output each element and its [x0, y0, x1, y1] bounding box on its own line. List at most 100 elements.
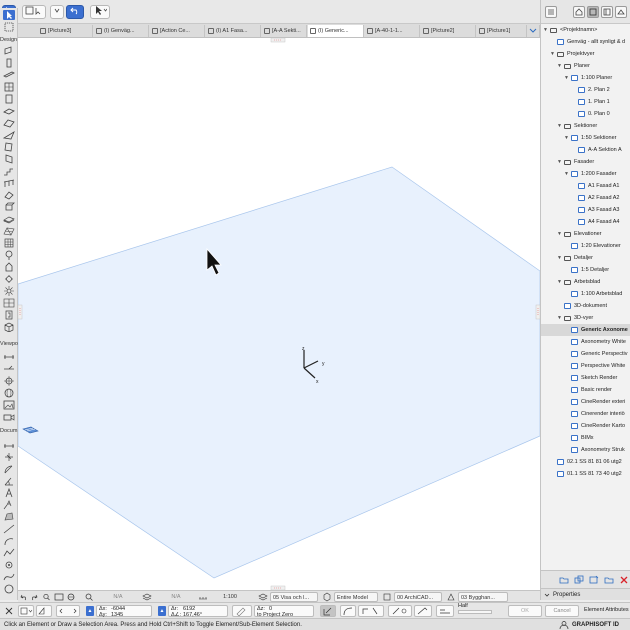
navigator-item[interactable]: BIMx [541, 432, 630, 444]
elevation-pencil-button[interactable] [232, 605, 252, 617]
lamp-tool[interactable] [3, 286, 15, 296]
column-tool[interactable] [3, 58, 15, 68]
label-tool[interactable] [3, 500, 15, 510]
curve-button[interactable] [340, 605, 356, 617]
navigator-item[interactable]: Axonometry Struk [541, 444, 630, 456]
tab-genvag[interactable]: (I) Genväg... [94, 25, 149, 37]
opening-tool[interactable] [3, 298, 15, 308]
ground-plane[interactable] [18, 166, 540, 579]
navigator-item[interactable]: A2 Fasad A2 [541, 192, 630, 204]
elevation-tool[interactable] [3, 364, 15, 374]
view-map-button[interactable] [587, 6, 599, 18]
spline-tool[interactable] [3, 572, 15, 582]
properties-header[interactable]: Properties [541, 588, 630, 600]
navigator-item[interactable]: 1. Plan 1 [541, 96, 630, 108]
orbit-button[interactable] [66, 592, 76, 602]
layer-combination-select[interactable]: 05 Visa och l... [270, 592, 318, 602]
navigator-item[interactable]: 1:5 Detaljer [541, 264, 630, 276]
section-tool[interactable] [3, 352, 15, 362]
navigator-item[interactable]: Generic Axonome [541, 324, 630, 336]
navigator-item[interactable]: Axonometry White [541, 336, 630, 348]
scale-selector[interactable]: 1:100 [210, 592, 250, 602]
3d-scene[interactable]: z y x [18, 38, 540, 590]
graphisoft-id-icon[interactable] [559, 620, 569, 630]
arc-tool[interactable] [3, 536, 15, 546]
skylight-tool[interactable] [3, 142, 15, 152]
pointer-mode-button[interactable] [90, 5, 110, 19]
selection-mode-button[interactable] [22, 5, 46, 19]
navigator-item[interactable]: ▼ 1:50 Sektioner [541, 132, 630, 144]
object-tool[interactable] [3, 202, 15, 212]
tab-a1-fasad[interactable]: (I) A1 Fasa... [206, 25, 261, 37]
stair-tool[interactable] [3, 166, 15, 176]
navigator-item[interactable]: 2. Plan 2 [541, 84, 630, 96]
tab-picture1[interactable]: [Picture1] [477, 25, 527, 37]
disclosure-arrow-icon[interactable]: ▼ [557, 252, 562, 264]
navigator-item[interactable]: Generic Perspectiv [541, 348, 630, 360]
ok-button[interactable]: OK [508, 605, 542, 617]
disclosure-arrow-icon[interactable]: ▼ [564, 132, 569, 144]
disclosure-arrow-icon[interactable]: ▼ [543, 24, 548, 36]
hotspot-tool[interactable] [3, 560, 15, 570]
zone-tool[interactable] [3, 214, 15, 224]
snap-mode-button[interactable] [36, 605, 52, 617]
layout-book-button[interactable] [601, 6, 613, 18]
window-tool[interactable] [3, 82, 15, 92]
fill-tool[interactable] [3, 512, 15, 522]
door-tool[interactable] [3, 94, 15, 104]
navigator-item[interactable]: CineRender Karto [541, 420, 630, 432]
navigator-item[interactable]: A4 Fasad A4 [541, 216, 630, 228]
snap-value-field[interactable] [458, 610, 492, 614]
view-angle-field[interactable]: N/A [102, 592, 134, 602]
navigator-item[interactable]: ▼ Projektvyer [541, 48, 630, 60]
redo-button[interactable] [30, 592, 38, 602]
line-tool[interactable] [3, 524, 15, 534]
undo-history-button[interactable] [50, 5, 64, 19]
detail-tool[interactable] [3, 250, 15, 260]
disclosure-arrow-icon[interactable]: ▼ [564, 72, 569, 84]
disclosure-arrow-icon[interactable]: ▼ [557, 156, 562, 168]
slab-tool[interactable] [3, 106, 15, 116]
navigator-item[interactable]: A1 Fasad A1 [541, 180, 630, 192]
cutting-plane-tool[interactable] [3, 310, 15, 320]
navigator-item[interactable]: 02.1 SS 81 81 06 utg2 [541, 456, 630, 468]
project-map-button[interactable] [573, 6, 585, 18]
navigator-item[interactable]: ▼ Detaljer [541, 252, 630, 264]
clone-view-button[interactable] [574, 575, 584, 585]
layer-icon-button[interactable] [142, 592, 154, 602]
navigator-item[interactable]: CineRender exteri [541, 396, 630, 408]
navigator-item[interactable]: 01.1 SS 81 73 40 utg2 [541, 468, 630, 480]
fit-window-button[interactable] [54, 592, 64, 602]
save-view-button[interactable] [589, 575, 599, 585]
navigator-item[interactable]: ▼ <Projektnamn> [541, 24, 630, 36]
delta-polar-fields[interactable]: Δr: 6192 Δ∠: 167,46° [168, 605, 228, 618]
delta-z-field[interactable]: Δz: 0 to Project Zero [254, 605, 314, 618]
disclosure-arrow-icon[interactable]: ▼ [557, 120, 562, 132]
disclosure-arrow-icon[interactable]: ▼ [557, 228, 562, 240]
tab-picture3[interactable]: [Picture3] [38, 25, 93, 37]
navigator-item[interactable]: ▼ Elevationer [541, 228, 630, 240]
model-view-select[interactable]: Entire Model [334, 592, 378, 602]
renovation-filter-select[interactable]: 03 Bygghan... [458, 592, 508, 602]
navigator-item[interactable]: ▼ 3D-vyer [541, 312, 630, 324]
view-settings-button[interactable] [604, 575, 614, 585]
navigator-item[interactable]: Sketch Render [541, 372, 630, 384]
text-tool[interactable] [3, 487, 15, 498]
worksheet-tool[interactable] [3, 388, 15, 398]
delete-view-button[interactable] [619, 575, 629, 585]
navigator-item[interactable]: Genväg - allt synligt & d [541, 36, 630, 48]
navigator-item[interactable]: 1:100 Arbetsblad [541, 288, 630, 300]
railing-tool[interactable] [3, 178, 15, 188]
undo-button[interactable] [66, 5, 84, 19]
tab-action-center[interactable]: [Action Ce... [150, 25, 205, 37]
navigator-item[interactable]: 0. Plan 0 [541, 108, 630, 120]
disclosure-arrow-icon[interactable]: ▼ [557, 60, 562, 72]
dimension-tool[interactable] [3, 440, 15, 450]
beam-tool[interactable] [3, 70, 15, 80]
print-button[interactable] [84, 592, 94, 602]
circle-tool[interactable] [3, 584, 15, 594]
distance-field[interactable]: N/A [158, 592, 194, 602]
detail-view-tool[interactable] [3, 400, 15, 410]
tab-overflow-button[interactable] [528, 25, 540, 37]
curtain-wall-tool[interactable] [3, 154, 15, 164]
